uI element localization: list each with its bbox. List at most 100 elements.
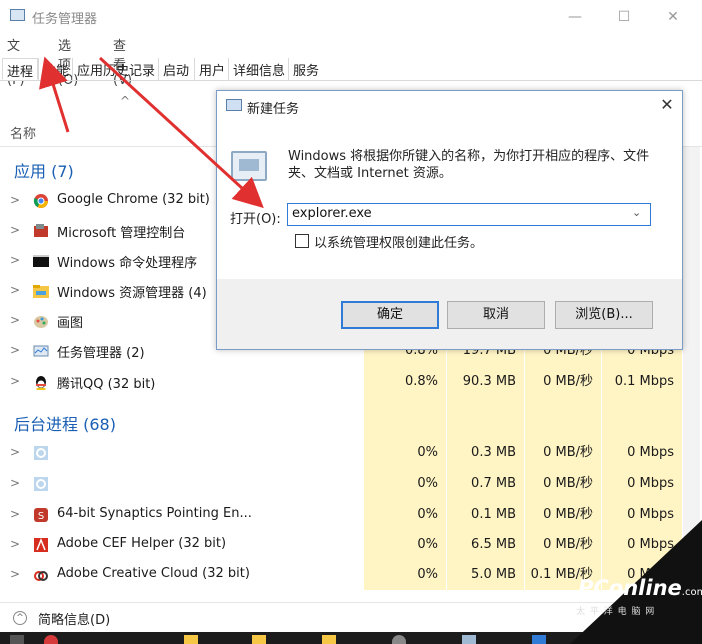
process-row[interactable]: > 0% 0.3 MB 0 MB/秒 0 Mbps xyxy=(0,438,702,468)
process-name: Adobe Creative Cloud (32 bit) xyxy=(57,566,250,581)
admin-checkbox[interactable] xyxy=(295,234,309,248)
watermark-suffix: .com.cn xyxy=(681,587,702,598)
section-apps: 应用 (7) xyxy=(14,162,74,181)
cpu-value: 0% xyxy=(364,469,446,499)
close-button[interactable]: ✕ xyxy=(650,4,696,30)
watermark-brand: PConline xyxy=(578,576,682,600)
taskbar-app-icon[interactable] xyxy=(10,635,24,644)
run-program-icon xyxy=(231,151,267,181)
dialog-close-icon[interactable]: ✕ xyxy=(657,95,677,115)
chevron-right-icon[interactable]: > xyxy=(10,374,20,388)
chevron-right-icon[interactable]: > xyxy=(10,537,20,551)
taskbar-app-icon[interactable] xyxy=(252,635,266,644)
process-row[interactable]: > 0% 0.7 MB 0 MB/秒 0 Mbps xyxy=(0,469,702,499)
folder-icon xyxy=(33,285,49,298)
process-name: 腾讯QQ (32 bit) xyxy=(57,377,156,392)
qq-icon xyxy=(36,376,46,390)
chevron-right-icon[interactable]: > xyxy=(10,445,20,459)
chevron-right-icon[interactable]: > xyxy=(10,476,20,490)
process-name: 任务管理器 (2) xyxy=(57,346,145,361)
tab-strip: 进程 性能 应用历史记录 启动 用户 详细信息 服务 xyxy=(0,57,702,81)
cpu-value: 0.8% xyxy=(364,367,446,397)
minimize-button[interactable]: — xyxy=(552,4,598,30)
chevron-up-icon[interactable]: ^ xyxy=(13,611,27,625)
dialog-description-line: 夹、文档或 Internet 资源。 xyxy=(288,166,452,181)
memory-value: 90.3 MB xyxy=(446,367,524,397)
memory-value: 5.0 MB xyxy=(446,560,524,590)
open-combobox[interactable]: explorer.exe ⌄ xyxy=(287,203,651,226)
taskbar-app-icon[interactable] xyxy=(322,635,336,644)
paint-icon xyxy=(34,316,48,328)
dialog-description-line: Windows 将根据你所键入的名称，为你打开相应的程序、文件 xyxy=(288,149,650,164)
tab-processes[interactable]: 进程 xyxy=(2,58,39,80)
chrome-icon xyxy=(33,194,48,208)
cpu-value: 0% xyxy=(364,438,446,468)
new-task-dialog: 新建任务 ✕ Windows 将根据你所键入的名称，为你打开相应的程序、文件 夹… xyxy=(216,90,683,350)
disk-value: 0 MB/秒 xyxy=(524,367,601,397)
taskbar-app-icon[interactable] xyxy=(392,635,406,644)
process-name: Google Chrome (32 bit) xyxy=(57,192,210,207)
process-row[interactable]: > 腾讯QQ (32 bit) 0.8% 90.3 MB 0 MB/秒 0.1 … xyxy=(0,367,702,397)
disk-value: 0 MB/秒 xyxy=(524,469,601,499)
tab-startup[interactable]: 启动 xyxy=(158,58,193,80)
chevron-right-icon[interactable]: > xyxy=(10,507,20,521)
title-bar: 任务管理器 — ☐ ✕ xyxy=(0,0,702,32)
tab-services[interactable]: 服务 xyxy=(288,58,323,80)
network-value: 0.1 Mbps xyxy=(601,367,682,397)
svg-text:S: S xyxy=(38,511,44,522)
browse-button[interactable]: 浏览(B)... xyxy=(555,301,653,329)
memory-value: 0.1 MB xyxy=(446,500,524,530)
window-title: 任务管理器 xyxy=(32,12,98,27)
process-name: 64-bit Synaptics Pointing En... xyxy=(57,506,252,521)
network-value: 0 Mbps xyxy=(601,438,682,468)
column-header-name[interactable]: 名称 xyxy=(10,123,36,142)
section-background: 后台进程 (68) xyxy=(14,411,364,435)
chevron-right-icon[interactable]: > xyxy=(10,223,20,237)
chevron-right-icon[interactable]: > xyxy=(10,283,20,297)
taskbar-app-icon[interactable] xyxy=(532,635,546,644)
process-name: Windows 命令处理程序 xyxy=(57,256,198,271)
dialog-title-bar: 新建任务 ✕ xyxy=(217,91,682,121)
ok-button[interactable]: 确定 xyxy=(341,301,439,329)
chevron-right-icon[interactable]: > xyxy=(10,193,20,207)
watermark-logo: PConline.com.cn xyxy=(578,576,702,600)
maximize-button[interactable]: ☐ xyxy=(601,4,647,30)
task-manager-icon xyxy=(10,9,25,21)
cmd-icon xyxy=(33,255,49,267)
mmc-icon xyxy=(34,224,48,237)
chevron-right-icon[interactable]: > xyxy=(10,567,20,581)
process-name: Windows 资源管理器 (4) xyxy=(57,286,207,301)
chevron-right-icon[interactable]: > xyxy=(10,343,20,357)
open-input[interactable]: explorer.exe xyxy=(292,206,372,221)
taskbar-app-icon[interactable] xyxy=(462,635,476,644)
admin-checkbox-label[interactable]: 以系统管理权限创建此任务。 xyxy=(314,232,483,251)
dialog-title: 新建任务 xyxy=(247,102,300,117)
chevron-down-icon[interactable]: ⌄ xyxy=(632,206,641,219)
taskbar-app-icon[interactable] xyxy=(184,635,198,644)
tab-app-history[interactable]: 应用历史记录 xyxy=(72,58,159,80)
dialog-description: Windows 将根据你所键入的名称，为你打开相应的程序、文件 夹、文档或 In… xyxy=(288,148,668,182)
cpu-value: 0% xyxy=(364,560,446,590)
dialog-body: Windows 将根据你所键入的名称，为你打开相应的程序、文件 夹、文档或 In… xyxy=(217,121,682,279)
sort-indicator-icon[interactable]: ^ xyxy=(120,94,130,108)
tab-users[interactable]: 用户 xyxy=(194,58,229,80)
process-name: 画图 xyxy=(57,316,84,331)
fewer-details-link[interactable]: 简略信息(D) xyxy=(38,609,110,628)
tab-performance[interactable]: 性能 xyxy=(38,58,73,80)
tab-details[interactable]: 详细信息 xyxy=(228,58,289,80)
chevron-right-icon[interactable]: > xyxy=(10,253,20,267)
memory-value: 0.7 MB xyxy=(446,469,524,499)
taskbar-app-icon[interactable] xyxy=(44,635,58,644)
creative-cloud-icon xyxy=(34,571,48,581)
cpu-value: 0% xyxy=(364,530,446,560)
disk-value: 0 MB/秒 xyxy=(524,438,601,468)
taskmgr-icon xyxy=(33,345,49,357)
memory-value: 0.3 MB xyxy=(446,438,524,468)
cancel-button[interactable]: 取消 xyxy=(447,301,545,329)
gear-icon xyxy=(34,477,48,491)
watermark: PConline.com.cn 太 平 洋 电 脑 网 xyxy=(570,520,702,644)
memory-value: 6.5 MB xyxy=(446,530,524,560)
chevron-right-icon[interactable]: > xyxy=(10,313,20,327)
synaptics-icon: S xyxy=(34,508,48,522)
gear-icon xyxy=(34,446,48,460)
